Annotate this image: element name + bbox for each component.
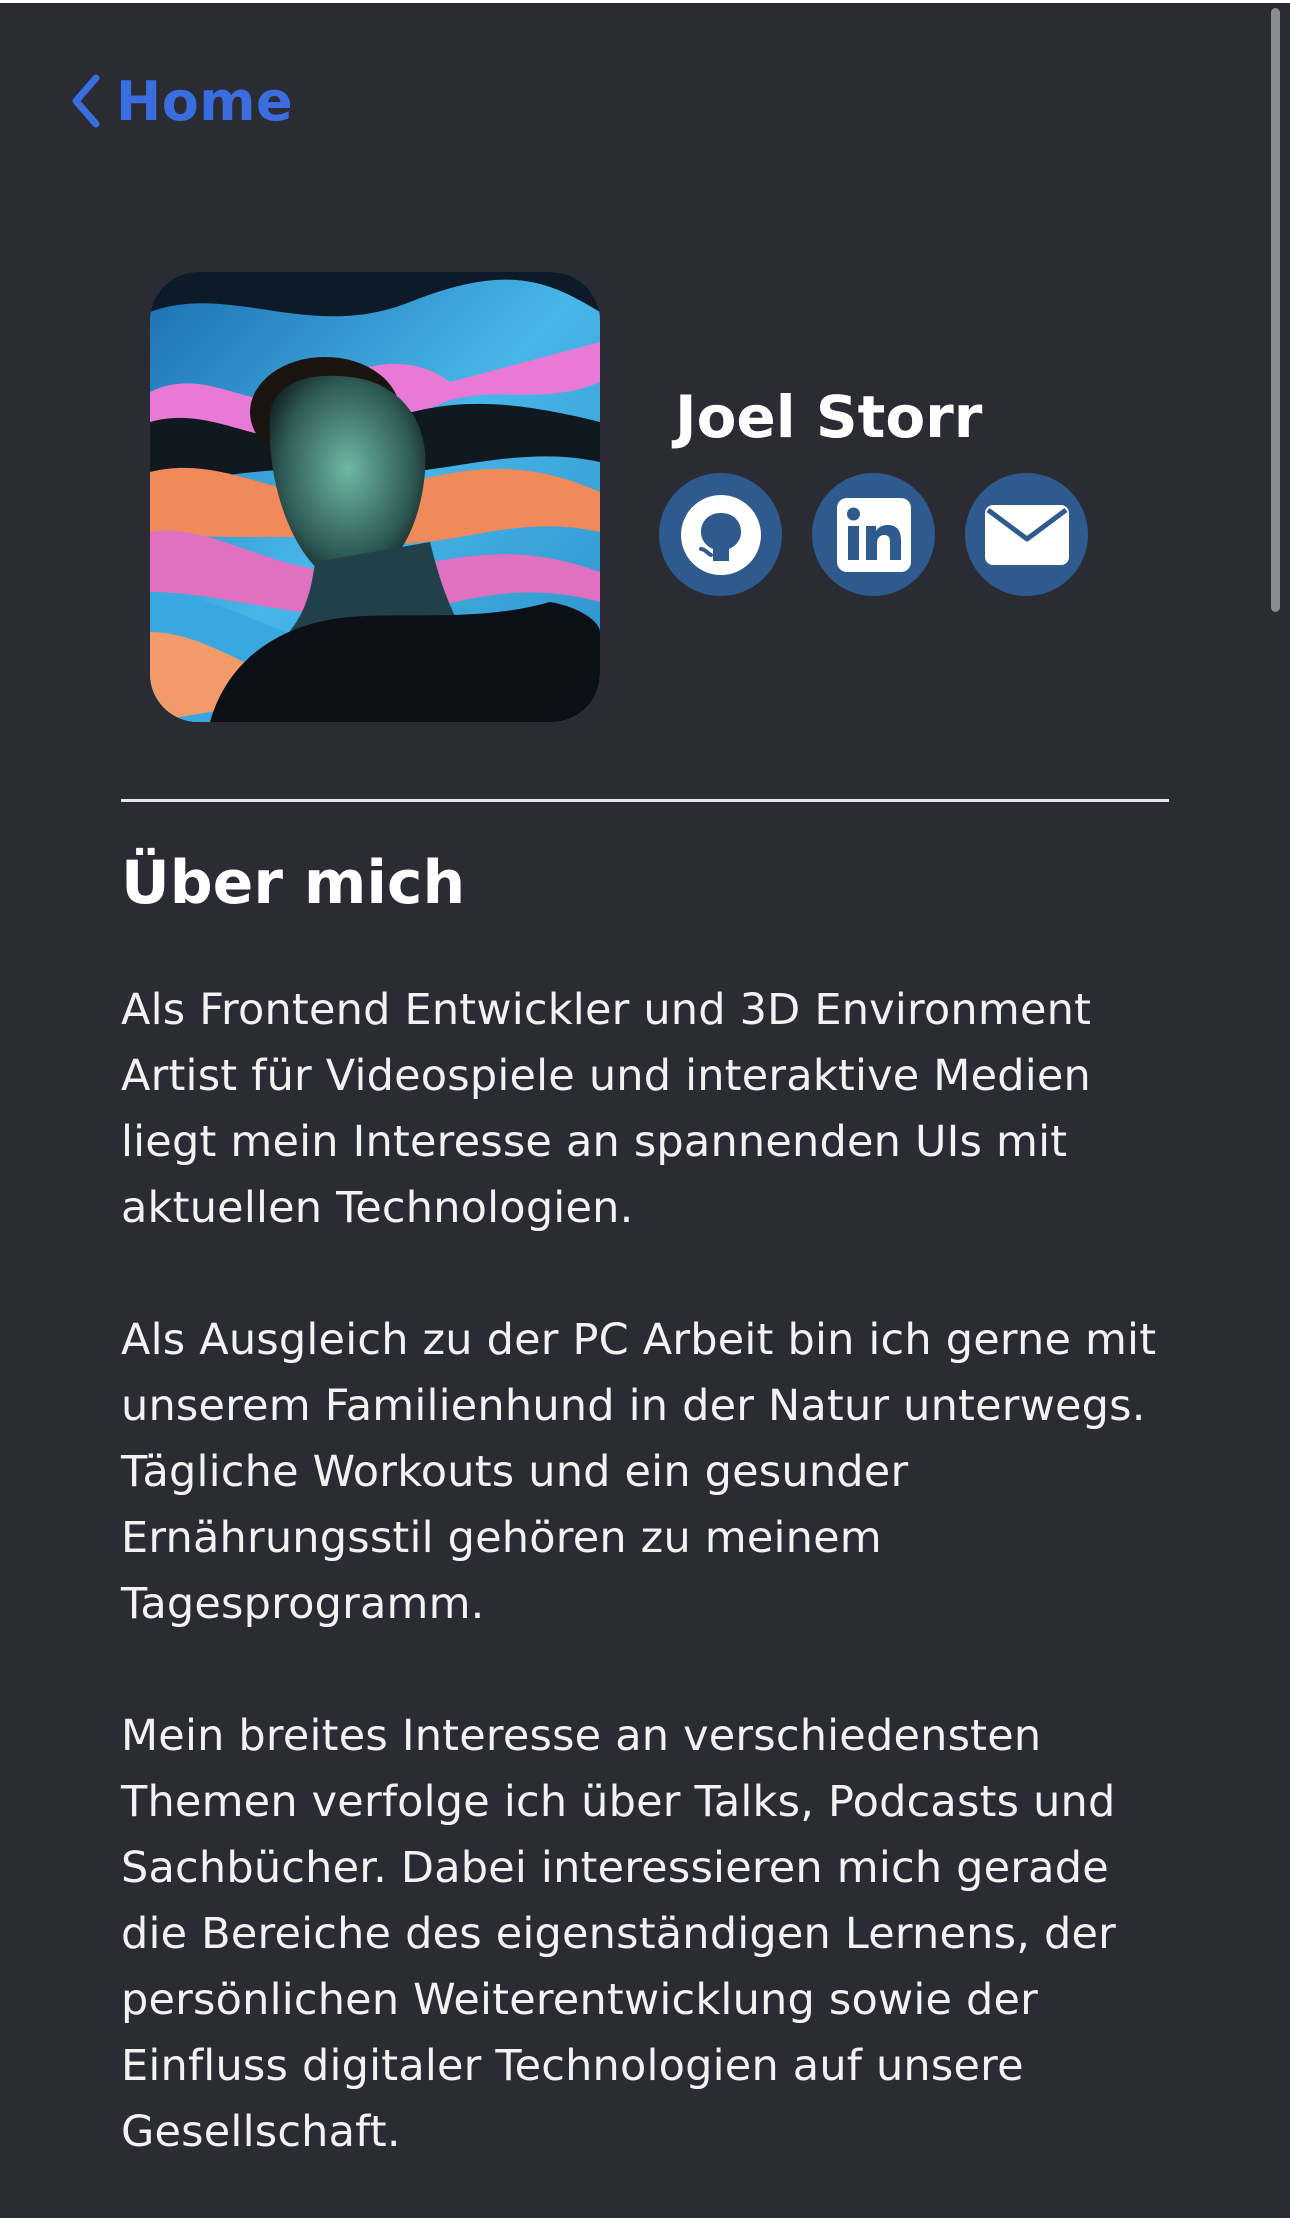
linkedin-icon: [836, 497, 911, 572]
profile-photo: [150, 272, 600, 722]
back-label: Home: [116, 69, 294, 133]
social-links: [659, 473, 1088, 596]
about-paragraph-3: Mein breites Interesse an verschiedenste…: [121, 1711, 1116, 2157]
back-button[interactable]: Home: [68, 66, 293, 136]
github-button[interactable]: [659, 473, 782, 596]
chevron-left-icon: [72, 74, 100, 128]
about-heading: Über mich: [121, 848, 466, 918]
mail-button[interactable]: [965, 473, 1088, 596]
github-icon: [680, 494, 761, 575]
scrollbar[interactable]: [1271, 8, 1280, 612]
top-edge-line: [0, 0, 1290, 3]
linkedin-button[interactable]: [812, 473, 935, 596]
section-divider: [121, 799, 1169, 802]
about-paragraph-1: Als Frontend Entwickler und 3D Environme…: [121, 985, 1092, 1233]
about-paragraph-2: Als Ausgleich zu der PC Arbeit bin ich g…: [121, 1315, 1157, 1629]
profile-name: Joel Storr: [675, 383, 983, 451]
mail-icon: [984, 504, 1069, 565]
